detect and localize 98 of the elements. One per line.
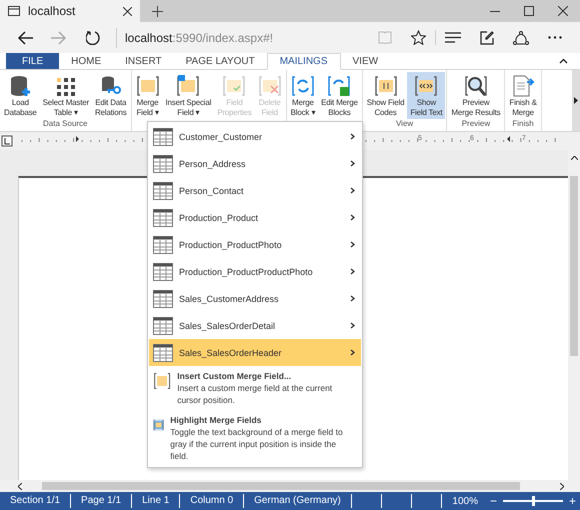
minimize-icon[interactable] [490, 10, 500, 12]
menu-item-label: Production_ProductProductPhoto [179, 266, 314, 276]
chevron-right-icon [350, 241, 355, 248]
status-item: Line 1 [132, 494, 180, 508]
menu-item-label: Person_Contact [179, 186, 245, 196]
special-field-icon [176, 74, 200, 98]
scroll-left-icon[interactable] [18, 482, 22, 490]
ribbon-tab[interactable]: MAILINGS [266, 53, 341, 70]
edit-block-icon [327, 74, 352, 98]
delete-field-icon [258, 74, 282, 98]
status-item: German (Germany) [244, 494, 352, 508]
group-label: Data Source [42, 119, 88, 130]
zoom-level: 100% [452, 496, 479, 506]
scroll-right-icon[interactable] [574, 97, 578, 104]
ribbon-tab[interactable]: INSERT [113, 53, 174, 69]
close-icon[interactable] [558, 6, 568, 16]
chevron-right-icon [350, 295, 355, 302]
menu-item-label: Person_Address [179, 158, 247, 168]
field-text-icon [414, 74, 438, 98]
zoom-in-button[interactable]: + [564, 494, 580, 508]
command-title: Insert Custom Merge Field... [177, 370, 292, 382]
menu-item-label: Sales_SalesOrderDetail [179, 320, 276, 330]
more-icon[interactable] [548, 36, 562, 39]
status-item: Column 0 [180, 494, 244, 508]
note-pen-icon[interactable] [480, 30, 494, 44]
chevron-right-icon [350, 187, 355, 194]
zoom-slider-thumb[interactable] [532, 496, 535, 506]
merge-block-icon [290, 74, 315, 98]
command-description: Toggle the text background of a merge field to gray if the current input position is inside the field. [170, 426, 344, 462]
menu-lines-icon[interactable] [445, 32, 461, 43]
back-arrow-icon[interactable] [17, 30, 33, 44]
ribbon-button[interactable]: Merge Block ▾ [288, 72, 318, 118]
table-icon [153, 290, 173, 308]
status-item: Section 1/1 [0, 494, 72, 508]
ribbon-button[interactable]: Insert Special Field ▾ [162, 72, 214, 118]
ribbon-tab[interactable]: FILE [6, 53, 60, 69]
table-icon [153, 316, 173, 334]
table-icon [153, 208, 173, 226]
ribbon-button[interactable]: Preview Merge Results [448, 72, 504, 119]
merge-field-icon [136, 74, 160, 98]
menu-item-label: Customer_Customer [179, 132, 264, 142]
chevron-right-icon [350, 214, 355, 221]
maximize-icon[interactable] [524, 6, 534, 16]
chevron-right-icon [350, 160, 355, 167]
ribbon-tab[interactable]: VIEW [340, 53, 390, 69]
scrollbar-thumb[interactable] [570, 176, 578, 356]
ribbon-button[interactable]: Edit Merge Blocks [318, 72, 361, 118]
new-tab-icon[interactable] [152, 6, 162, 16]
command-title: Highlight Merge Fields [170, 414, 262, 426]
close-icon[interactable] [123, 6, 132, 16]
tab-title: localhost [28, 4, 76, 18]
browser-tab[interactable]: localhost [0, 0, 140, 22]
ribbon-button[interactable]: Load Database [1, 72, 40, 119]
ribbon-tab[interactable]: HOME [59, 53, 114, 69]
chevron-right-icon [350, 322, 355, 329]
ribbon-button[interactable]: Show Field Codes [364, 72, 408, 119]
database-icon [8, 74, 32, 98]
scrollbar-thumb[interactable] [42, 482, 520, 490]
star-icon[interactable] [411, 30, 426, 45]
scroll-right-icon[interactable] [560, 482, 564, 490]
group-label: Preview [460, 119, 492, 130]
ribbon-tab[interactable]: PAGE LAYOUT [174, 53, 267, 69]
menu-command[interactable]: Insert Custom Merge Field... Insert a custom merge field at the current cursor position. [149, 366, 361, 410]
menu-command[interactable]: Highlight Merge Fields Toggle the text background of a merge field to gray if the current input position is inside the field. [149, 410, 361, 466]
chevron-right-icon [350, 349, 355, 356]
collapse-icon[interactable] [558, 58, 568, 64]
scroll-up-icon[interactable] [570, 156, 578, 160]
chevron-right-icon [350, 268, 355, 275]
ribbon-button[interactable]: Finish & Merge [506, 72, 540, 119]
menu-item-label: Production_ProductPhoto [179, 240, 283, 250]
magnifier-icon [464, 74, 488, 98]
field-codes-icon [374, 74, 398, 98]
command-description: Insert a custom merge field at the current cursor position. [177, 382, 334, 406]
table-icon [153, 182, 173, 200]
table-icon [153, 344, 173, 362]
menu-item-label: Production_Product [179, 212, 260, 222]
status-item: Page 1/1 [71, 494, 132, 508]
ribbon-button[interactable]: Select Master Table ▾ [40, 72, 92, 119]
menu-item-label: Sales_SalesOrderHeader [179, 348, 283, 358]
share-icon[interactable] [513, 30, 529, 44]
table-icon [153, 154, 173, 172]
document-arrow-icon [511, 74, 536, 98]
menu-item-label: Sales_CustomerAddress [179, 294, 280, 304]
tab-page-icon [8, 6, 20, 16]
refresh-icon[interactable] [86, 30, 100, 45]
ribbon-button[interactable]: Edit Data Relations [92, 72, 130, 119]
menu-item[interactable]: Sales_SalesOrderHeader [149, 339, 361, 366]
table-icon [153, 262, 173, 280]
group-label: Finish [511, 119, 535, 130]
ribbon-button[interactable]: Merge Field ▾ [132, 72, 163, 118]
ribbon-button[interactable]: Show Field Text [407, 72, 446, 119]
field-properties-icon [222, 74, 246, 98]
table-icon [153, 128, 173, 146]
merge-field-icon [153, 370, 172, 392]
chevron-right-icon [350, 133, 355, 140]
table-icon [153, 236, 173, 254]
zoom-out-button[interactable]: − [486, 494, 501, 508]
group-label: View [394, 119, 414, 130]
